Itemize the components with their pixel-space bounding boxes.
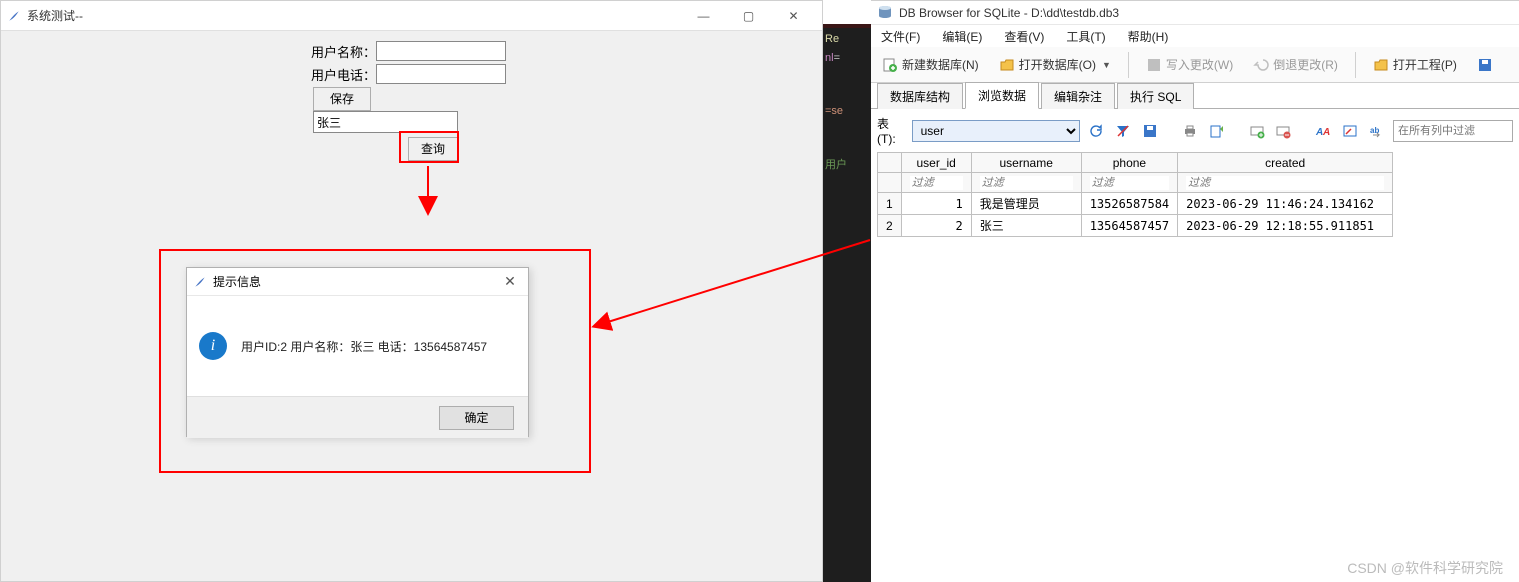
svg-text:A: A [1315, 127, 1323, 138]
clear-filter-icon[interactable] [1113, 120, 1134, 142]
info-icon: i [199, 332, 227, 360]
text-format-icon[interactable]: AA [1313, 120, 1334, 142]
new-db-button[interactable]: 新建数据库(N) [875, 53, 986, 76]
table-row[interactable]: 2 2 张三 13564587457 2023-06-29 12:18:55.9… [878, 215, 1393, 237]
message-close-button[interactable]: ✕ [498, 273, 522, 290]
username-row: 用户名称： [296, 41, 506, 61]
global-filter-input[interactable] [1393, 120, 1513, 142]
col-username[interactable]: username [971, 153, 1081, 173]
tab-browse[interactable]: 浏览数据 [965, 82, 1039, 109]
phone-row: 用户电话： [296, 64, 506, 84]
tk-titlebar: 系统测试-- — ▢ ✕ [1, 1, 822, 31]
menubar: 文件(F) 编辑(E) 查看(V) 工具(T) 帮助(H) [871, 25, 1519, 47]
menu-file[interactable]: 文件(F) [875, 26, 926, 47]
phone-label: 用户电话： [296, 65, 376, 84]
db-titlebar: DB Browser for SQLite - D:\dd\testdb.db3 [871, 1, 1519, 25]
tk-window-title: 系统测试-- [27, 7, 83, 24]
filter-user-id[interactable] [910, 176, 963, 190]
tk-window: 系统测试-- — ▢ ✕ 用户名称： 用户电话： 保存 查询 提示信息 ✕ [0, 0, 823, 582]
col-phone[interactable]: phone [1081, 153, 1177, 173]
table-select[interactable]: user [912, 120, 1081, 142]
delete-row-icon[interactable] [1273, 120, 1294, 142]
username-input[interactable] [376, 41, 506, 61]
ok-button[interactable]: 确定 [439, 406, 514, 430]
edit-cond-icon[interactable] [1340, 120, 1361, 142]
menu-edit[interactable]: 编辑(E) [936, 26, 988, 47]
menu-tools[interactable]: 工具(T) [1060, 26, 1111, 47]
save-project-button[interactable] [1470, 54, 1500, 76]
tk-feather-icon [7, 9, 21, 23]
save-button[interactable]: 保存 [313, 87, 371, 111]
table-label: 表(T): [877, 115, 906, 146]
watermark: CSDN @软件科学研究院 [1347, 558, 1503, 578]
toolbar: 新建数据库(N) 打开数据库(O)▼ 写入更改(W) 倒退更改(R) 打开工程(… [871, 47, 1519, 83]
tab-pragma[interactable]: 编辑杂注 [1041, 83, 1115, 109]
menu-help[interactable]: 帮助(H) [1122, 26, 1175, 47]
db-window-title: DB Browser for SQLite - D:\dd\testdb.db3 [899, 6, 1119, 20]
col-created[interactable]: created [1178, 153, 1393, 173]
revert-changes-button[interactable]: 倒退更改(R) [1246, 53, 1345, 76]
maximize-button[interactable]: ▢ [726, 1, 771, 31]
add-row-icon[interactable] [1246, 120, 1267, 142]
print-icon[interactable] [1180, 120, 1201, 142]
message-text: 用户ID:2 用户名称：张三 电话：13564587457 [241, 338, 487, 355]
table-row[interactable]: 1 1 我是管理员 13526587584 2023-06-29 11:46:2… [878, 193, 1393, 215]
phone-input[interactable] [376, 64, 506, 84]
filter-created[interactable] [1186, 176, 1384, 190]
filter-phone[interactable] [1090, 176, 1169, 190]
table-selector-row: 表(T): user AA ab [871, 109, 1519, 152]
search-input[interactable] [313, 111, 458, 133]
export-icon[interactable] [1206, 120, 1227, 142]
tk-feather-icon [193, 275, 207, 289]
tab-structure[interactable]: 数据库结构 [877, 83, 963, 109]
col-user-id[interactable]: user_id [901, 153, 971, 173]
svg-text:A: A [1322, 127, 1330, 138]
write-changes-button[interactable]: 写入更改(W) [1139, 53, 1240, 76]
db-app-icon [877, 5, 893, 21]
minimize-button[interactable]: — [681, 1, 726, 31]
menu-view[interactable]: 查看(V) [998, 26, 1050, 47]
username-label: 用户名称： [296, 42, 376, 61]
tab-sql[interactable]: 执行 SQL [1117, 83, 1194, 109]
data-table: user_id username phone created 1 1 我是管理员… [877, 152, 1393, 237]
query-button[interactable]: 查询 [408, 137, 458, 161]
refresh-icon[interactable] [1086, 120, 1107, 142]
open-db-button[interactable]: 打开数据库(O)▼ [992, 53, 1118, 76]
replace-icon[interactable]: ab [1366, 120, 1387, 142]
close-button[interactable]: ✕ [771, 1, 816, 31]
db-tabbar: 数据库结构 浏览数据 编辑杂注 执行 SQL [871, 83, 1519, 109]
rownum-header [878, 153, 902, 173]
message-dialog: 提示信息 ✕ i 用户ID:2 用户名称：张三 电话：13564587457 确… [186, 267, 529, 437]
open-project-button[interactable]: 打开工程(P) [1366, 53, 1464, 76]
db-browser-window: DB Browser for SQLite - D:\dd\testdb.db3… [871, 0, 1519, 582]
message-titlebar: 提示信息 ✕ [187, 268, 528, 296]
code-strip: Re nl= =se 用户 [823, 24, 871, 582]
filter-username[interactable] [980, 176, 1073, 190]
message-title: 提示信息 [213, 273, 261, 290]
save-icon[interactable] [1139, 120, 1160, 142]
